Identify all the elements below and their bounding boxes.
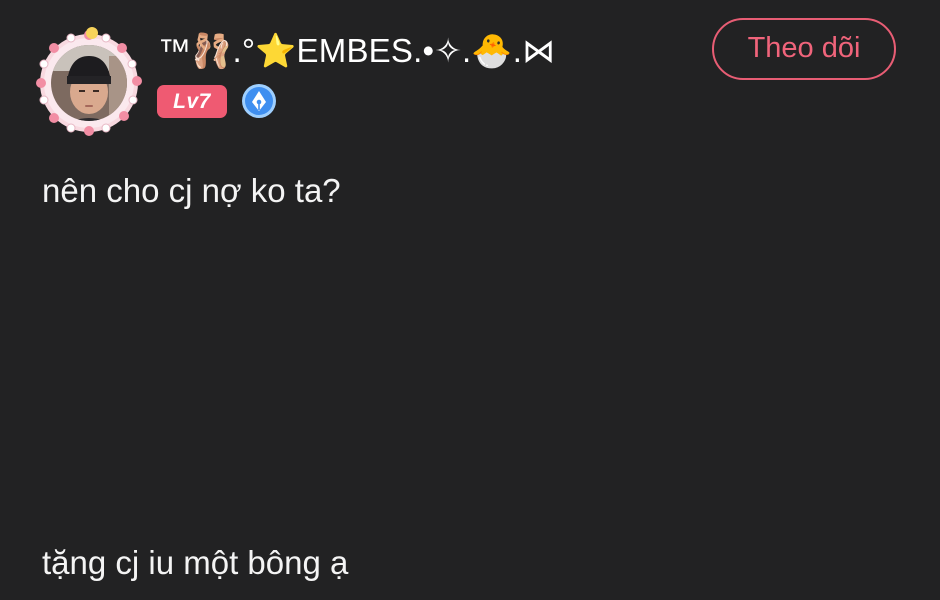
username[interactable]: ™🩰.°⭐EMBES.•✧.🐣.⋈	[158, 28, 555, 74]
post-text-line: nên cho cj nợ ko ta?	[42, 172, 341, 209]
post-header: ™🩰.°⭐EMBES.•✧.🐣.⋈ Lv7 Theo dõi	[0, 0, 940, 150]
post-text-line: tặng cj iu một bông ạ	[42, 544, 349, 581]
avatar-icon	[36, 27, 142, 136]
pen-nib-badge-icon	[241, 83, 277, 119]
follow-button[interactable]: Theo dõi	[712, 18, 896, 80]
avatar[interactable]	[34, 26, 144, 136]
level-badge: Lv7	[157, 84, 227, 118]
user-badges: Lv7	[157, 84, 277, 118]
